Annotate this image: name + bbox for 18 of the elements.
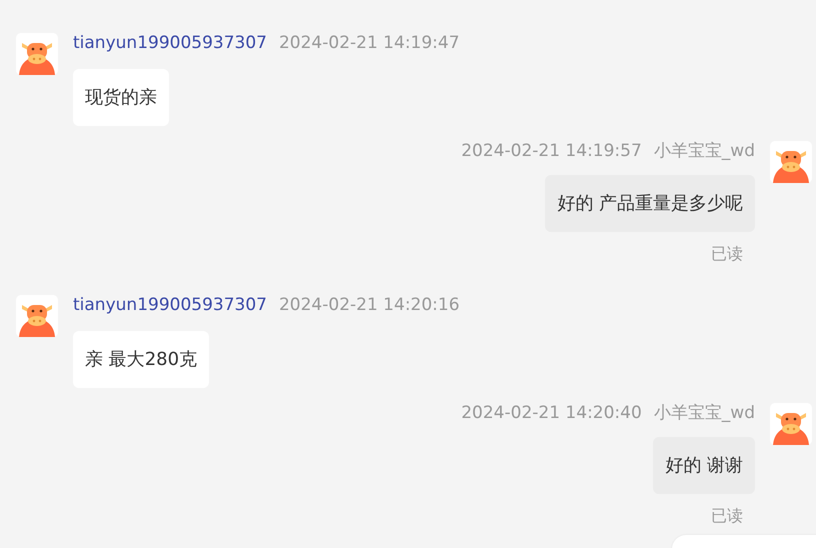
read-status: 已读 bbox=[711, 244, 743, 264]
bull-avatar-icon bbox=[770, 141, 812, 183]
sender-name: 小羊宝宝_wd bbox=[654, 141, 755, 161]
read-status: 已读 bbox=[711, 506, 743, 526]
message-time: 2024-02-21 14:19:57 bbox=[461, 141, 642, 161]
bull-avatar-icon bbox=[16, 33, 58, 75]
message-bubble: 好的 谢谢 bbox=[653, 437, 755, 494]
message-time: 2024-02-21 14:20:40 bbox=[461, 403, 642, 423]
message-bubble: 现货的亲 bbox=[73, 69, 169, 126]
sender-name: tianyun199005937307 bbox=[73, 295, 267, 315]
sender-name: tianyun199005937307 bbox=[73, 33, 267, 53]
message-bubble: 亲 最大280克 bbox=[73, 331, 210, 388]
message-bubble: 好的 产品重量是多少呢 bbox=[545, 175, 755, 232]
message-time: 2024-02-21 14:19:47 bbox=[278, 33, 460, 53]
bull-avatar-icon bbox=[770, 403, 812, 445]
message-time: 2024-02-21 14:20:16 bbox=[278, 295, 460, 315]
sender-name: 小羊宝宝_wd bbox=[654, 403, 755, 423]
bull-avatar-icon bbox=[16, 295, 58, 337]
